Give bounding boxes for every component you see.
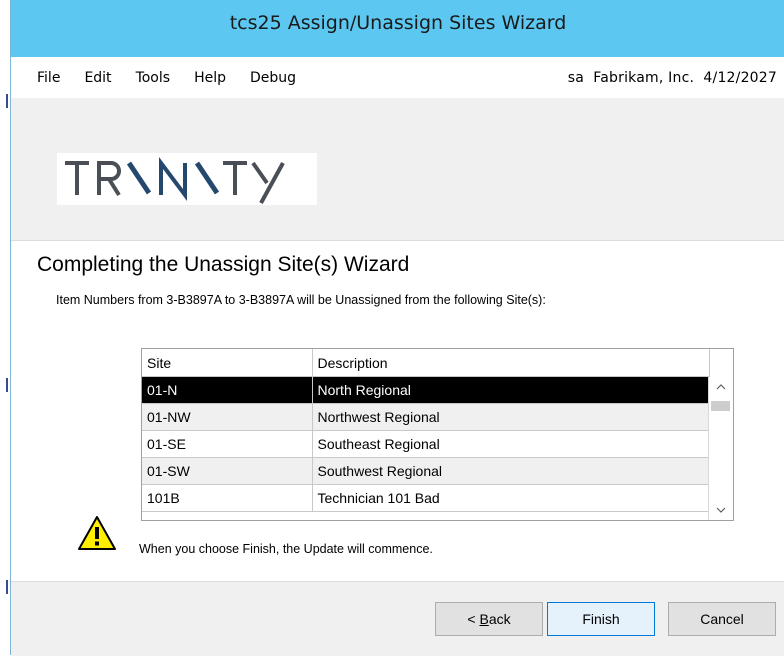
grid-header-row: Site Description [142, 349, 710, 377]
description-cell: Southeast Regional [312, 430, 710, 458]
menu-bar: File Edit Tools Help Debug sa Fabrikam, … [11, 57, 784, 98]
description-cell: North Regional [312, 376, 710, 404]
back-button-accesskey: B [479, 611, 489, 627]
sites-table: Site Description 01-N North Regional 01-… [142, 349, 710, 512]
finish-button[interactable]: Finish [547, 602, 655, 636]
menu-file[interactable]: File [11, 70, 72, 86]
site-cell: 01-SW [142, 457, 313, 485]
menu-debug[interactable]: Debug [238, 70, 308, 86]
table-row[interactable]: 101B Technician 101 Bad [142, 484, 710, 512]
warning-message: When you choose Finish, the Update will … [139, 542, 433, 556]
wizard-content: Completing the Unassign Site(s) Wizard I… [11, 241, 784, 581]
edge-mark [6, 94, 8, 108]
wizard-description: Item Numbers from 3-B3897A to 3-B3897A w… [56, 293, 546, 307]
back-button[interactable]: < Back [435, 602, 543, 636]
cancel-button[interactable]: Cancel [668, 602, 776, 636]
scroll-thumb[interactable] [711, 401, 730, 411]
back-button-prefix: < [467, 611, 480, 627]
trinity-logo-icon [65, 157, 285, 204]
menu-tools[interactable]: Tools [124, 70, 183, 86]
column-header-site[interactable]: Site [142, 349, 313, 377]
wizard-heading: Completing the Unassign Site(s) Wizard [37, 253, 410, 276]
title-bar[interactable]: tcs25 Assign/Unassign Sites Wizard [11, 0, 784, 57]
edge-mark [6, 580, 8, 594]
logo-band [11, 98, 784, 241]
button-bar: < Back Finish Cancel [11, 581, 784, 656]
table-row[interactable]: 01-NW Northwest Regional [142, 403, 710, 431]
window-title: tcs25 Assign/Unassign Sites Wizard [229, 11, 567, 34]
description-cell: Technician 101 Bad [312, 484, 710, 512]
table-row[interactable]: 01-SW Southwest Regional [142, 457, 710, 485]
status-info: sa Fabrikam, Inc. 4/12/2027 [567, 69, 777, 86]
grid-scrollbar[interactable] [708, 377, 733, 520]
desktop-edge [0, 0, 10, 655]
sites-grid[interactable]: Site Description 01-N North Regional 01-… [141, 348, 734, 521]
edge-mark [6, 378, 8, 392]
company-logo [57, 153, 317, 205]
table-row[interactable]: 01-SE Southeast Regional [142, 430, 710, 458]
warning-icon [77, 515, 117, 551]
column-header-description[interactable]: Description [312, 349, 710, 377]
menu-help[interactable]: Help [182, 70, 238, 86]
site-cell: 101B [142, 484, 313, 512]
menu-edit[interactable]: Edit [72, 70, 123, 86]
site-cell: 01-NW [142, 403, 313, 431]
description-cell: Southwest Regional [312, 457, 710, 485]
description-cell: Northwest Regional [312, 403, 710, 431]
scroll-down-icon[interactable] [709, 500, 733, 520]
scroll-up-icon[interactable] [709, 377, 733, 397]
table-row[interactable]: 01-N North Regional [142, 376, 710, 404]
wizard-window: tcs25 Assign/Unassign Sites Wizard File … [10, 0, 784, 656]
back-button-label: ack [488, 611, 511, 627]
site-cell: 01-SE [142, 430, 313, 458]
site-cell: 01-N [142, 376, 313, 404]
